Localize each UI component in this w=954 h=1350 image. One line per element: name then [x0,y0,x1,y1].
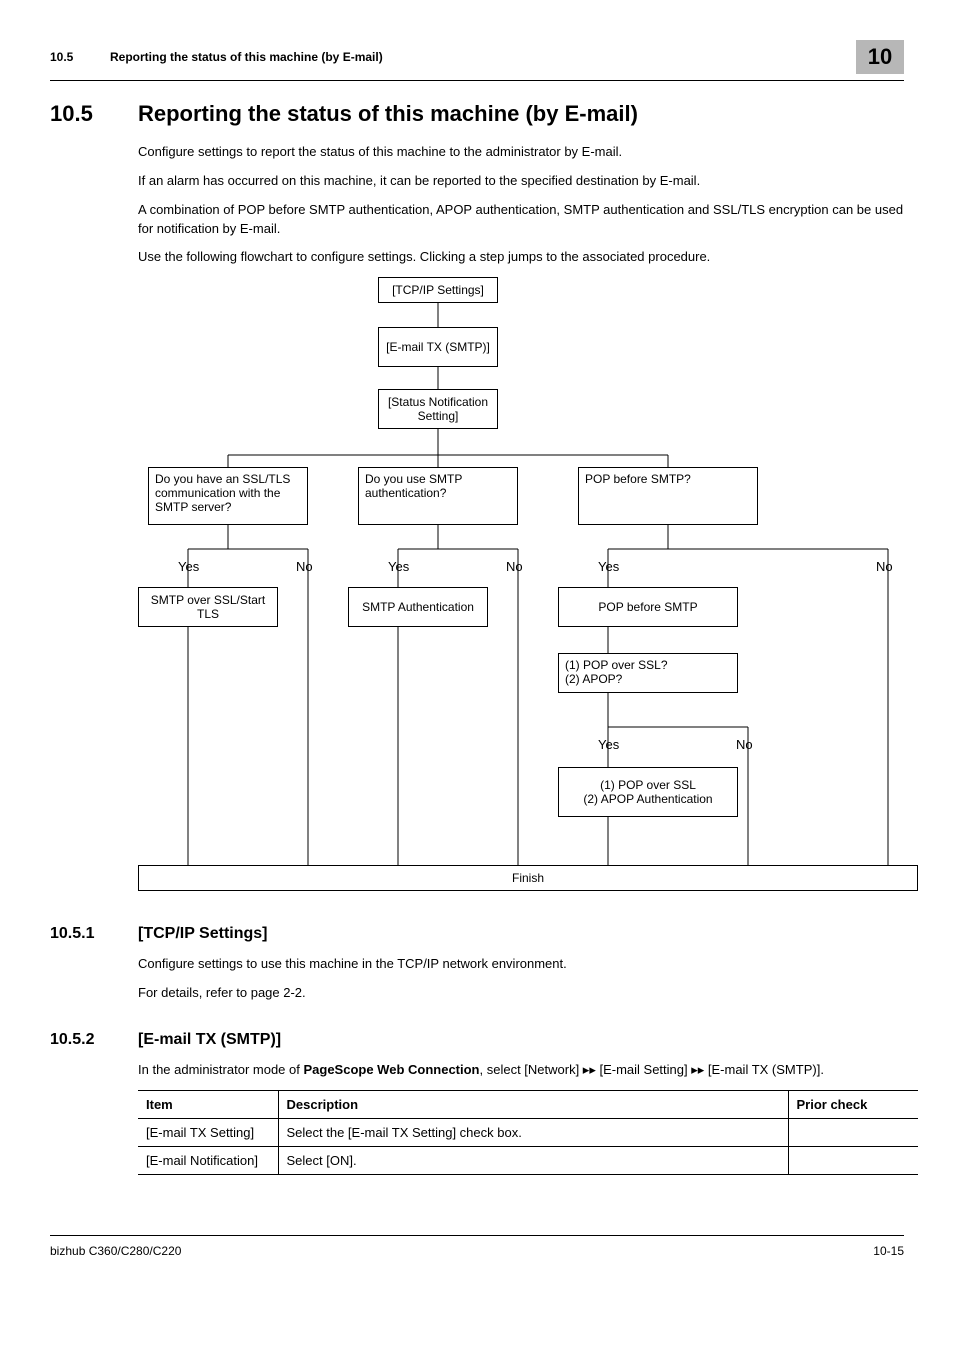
flow-decision-smtp-auth: Do you use SMTP authentication? [358,467,518,525]
flow-decision-label: Do you have an SSL/TLS communication wit… [155,472,301,514]
text-run: In the administrator mode of [138,1062,303,1077]
flow-decision-label: (1) POP over SSL? (2) APOP? [565,658,668,686]
flow-box-label: (1) POP over SSL (2) APOP Authentication [583,778,712,806]
table-cell: Select [ON]. [278,1146,788,1174]
flow-label-yes: Yes [178,559,199,574]
flow-box-label: [TCP/IP Settings] [392,283,484,297]
flow-decision-label: POP before SMTP? [585,472,691,486]
body-paragraph: For details, refer to page 2-2. [138,984,918,1003]
footer-page-number: 10-15 [873,1244,904,1258]
intro-paragraph: If an alarm has occurred on this machine… [138,172,918,191]
table-cell: [E-mail TX Setting] [138,1118,278,1146]
flow-box-tcpip[interactable]: [TCP/IP Settings] [378,277,498,303]
subsection-heading-title: [E-mail TX (SMTP)] [138,1031,281,1049]
flow-label-no: No [736,737,753,752]
intro-paragraph: A combination of POP before SMTP authent… [138,201,918,239]
header-section-number: 10.5 [50,50,110,64]
section-heading-number: 10.5 [50,101,138,127]
flow-decision-label: Do you use SMTP authentication? [365,472,511,500]
flow-box-label: SMTP over SSL/Start TLS [145,593,271,621]
flow-label-no: No [296,559,313,574]
table-cell: Select the [E-mail TX Setting] check box… [278,1118,788,1146]
intro-paragraph: Use the following flowchart to configure… [138,248,918,267]
table-header-cell: Prior check [788,1090,918,1118]
table-header-cell: Description [278,1090,788,1118]
table-header-row: Item Description Prior check [138,1090,918,1118]
flow-box-smtp-ssl[interactable]: SMTP over SSL/Start TLS [138,587,278,627]
flow-decision-pop-before: POP before SMTP? [578,467,758,525]
running-header: 10.5 Reporting the status of this machin… [50,40,904,74]
intro-paragraph: Configure settings to report the status … [138,143,918,162]
table-cell: [E-mail Notification] [138,1146,278,1174]
text-run: , select [Network] ▸▸ [E-mail Setting] ▸… [480,1062,824,1077]
body-paragraph: In the administrator mode of PageScope W… [138,1061,918,1080]
settings-table: Item Description Prior check [E-mail TX … [138,1090,918,1175]
section-heading-title: Reporting the status of this machine (by… [138,101,638,127]
flow-box-email-tx[interactable]: [E-mail TX (SMTP)] [378,327,498,367]
flow-box-pop-ssl-apop[interactable]: (1) POP over SSL (2) APOP Authentication [558,767,738,817]
section-heading: 10.5 Reporting the status of this machin… [50,101,904,127]
flow-label-no: No [876,559,893,574]
table-row: [E-mail Notification] Select [ON]. [138,1146,918,1174]
header-rule [50,80,904,81]
header-section-title: Reporting the status of this machine (by… [110,50,856,64]
table-header-cell: Item [138,1090,278,1118]
flow-box-pop-before-smtp[interactable]: POP before SMTP [558,587,738,627]
flow-box-finish: Finish [138,865,918,891]
flow-decision-pop-ssl-apop: (1) POP over SSL? (2) APOP? [558,653,738,693]
flow-box-label: Finish [512,871,544,885]
running-footer: bizhub C360/C280/C220 10-15 [50,1244,904,1258]
subsection-heading-title: [TCP/IP Settings] [138,925,268,943]
subsection-heading: 10.5.2 [E-mail TX (SMTP)] [50,1031,904,1049]
text-run-bold: PageScope Web Connection [303,1062,479,1077]
table-cell [788,1118,918,1146]
flow-box-label: POP before SMTP [598,600,697,614]
footer-model: bizhub C360/C280/C220 [50,1244,181,1258]
flow-box-smtp-auth[interactable]: SMTP Authentication [348,587,488,627]
chapter-number-box: 10 [856,40,904,74]
footer-rule [50,1235,904,1236]
body-paragraph: Configure settings to use this machine i… [138,955,918,974]
flow-label-no: No [506,559,523,574]
table-cell [788,1146,918,1174]
flow-label-yes: Yes [598,737,619,752]
flow-box-label: SMTP Authentication [362,600,474,614]
flow-box-label: [E-mail TX (SMTP)] [386,340,490,354]
table-row: [E-mail TX Setting] Select the [E-mail T… [138,1118,918,1146]
flow-label-yes: Yes [388,559,409,574]
flow-decision-ssl: Do you have an SSL/TLS communication wit… [148,467,308,525]
subsection-heading: 10.5.1 [TCP/IP Settings] [50,925,904,943]
flowchart: [TCP/IP Settings] [E-mail TX (SMTP)] [St… [138,277,918,897]
subsection-heading-number: 10.5.1 [50,925,138,943]
flow-label-yes: Yes [598,559,619,574]
flow-box-label: [Status Notification Setting] [385,395,491,423]
subsection-heading-number: 10.5.2 [50,1031,138,1049]
flow-box-status-notification[interactable]: [Status Notification Setting] [378,389,498,429]
